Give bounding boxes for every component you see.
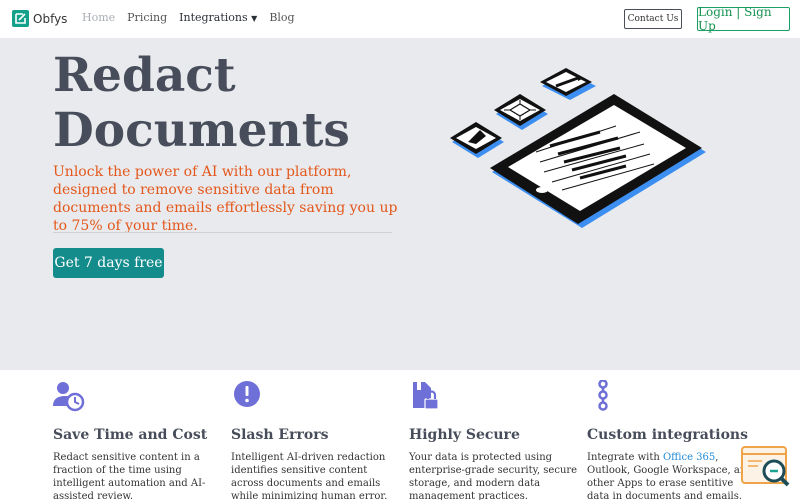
nav-link-home[interactable]: Home <box>82 11 115 24</box>
tablet-redaction-illustration <box>450 68 706 228</box>
file-lock-icon <box>413 382 439 410</box>
logo-icon <box>12 10 29 27</box>
feature-text: Integrate with Office 365, Outlook, Goog… <box>587 451 757 500</box>
caret-down-icon: ▼ <box>251 14 258 23</box>
hero-title-line1: Redact <box>53 48 236 103</box>
contact-us-button[interactable]: Contact Us <box>624 9 682 29</box>
features-section: Save Time and Cost Redact sensitive cont… <box>0 370 800 500</box>
nav-link-integrations[interactable]: Integrations ▼ <box>179 11 257 24</box>
nav-link-pricing[interactable]: Pricing <box>127 11 167 24</box>
top-nav: Obfys Home Pricing Integrations ▼ Blog C… <box>0 0 800 38</box>
free-trial-button[interactable]: Get 7 days free <box>53 248 164 278</box>
feature-text: Your data is protected using enterprise-… <box>409 452 578 500</box>
hero-title: Redact Documents <box>53 48 393 158</box>
nav-link-integrations-label: Integrations <box>179 11 248 24</box>
search-help-widget-icon[interactable] <box>740 445 792 489</box>
nav-links: Home Pricing Integrations ▼ Blog <box>82 11 295 24</box>
office-365-link[interactable]: Office 365 <box>663 452 715 463</box>
feature-title: Custom integrations <box>587 427 748 443</box>
link-chain-icon <box>598 380 608 411</box>
hero-subtitle: Unlock the power of AI with our platform… <box>53 164 398 234</box>
hero-title-line2: Documents <box>53 103 350 158</box>
pen-tool-icon <box>540 68 596 100</box>
logo[interactable]: Obfys <box>12 10 67 27</box>
pen-nib-icon <box>450 122 504 158</box>
feature-text: Redact sensitive content in a fraction o… <box>53 452 206 500</box>
feature-text: Intelligent AI-driven redaction identifi… <box>231 452 388 500</box>
feature-title: Slash Errors <box>231 427 329 443</box>
feature-title: Save Time and Cost <box>53 427 208 443</box>
user-clock-icon <box>53 382 85 412</box>
feature-text-pre: Integrate with <box>587 452 663 463</box>
select-tool-icon <box>494 94 548 130</box>
hero-divider <box>53 232 392 233</box>
exclamation-circle-icon <box>234 381 260 407</box>
nav-link-blog[interactable]: Blog <box>269 11 294 24</box>
login-signup-button[interactable]: Login | Sign Up <box>697 5 790 33</box>
logo-text: Obfys <box>33 11 68 26</box>
feature-title: Highly Secure <box>409 427 520 443</box>
